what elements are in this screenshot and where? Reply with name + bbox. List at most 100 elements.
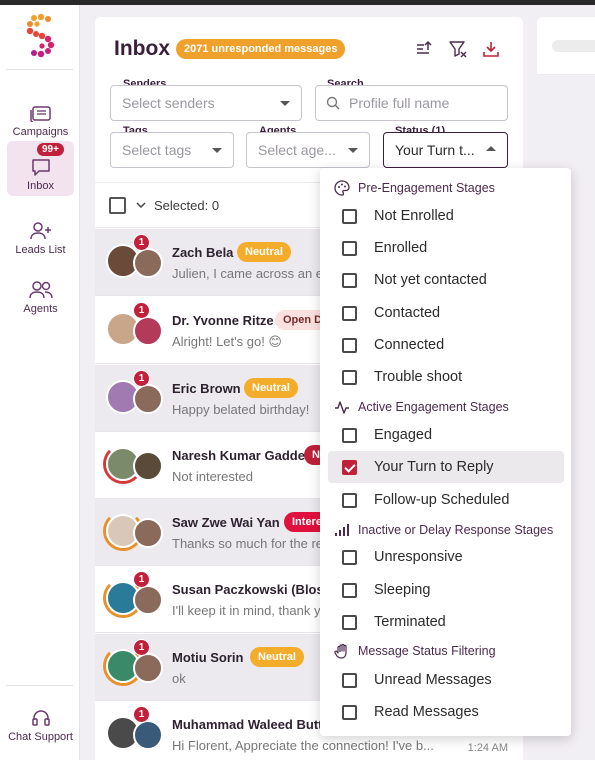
- message-preview: Happy belated birthday!: [172, 402, 310, 417]
- hand-pointer-icon: [334, 643, 347, 659]
- unread-badge: 1: [133, 234, 150, 251]
- option-checkbox[interactable]: [342, 492, 357, 508]
- page-title: Inbox: [114, 37, 170, 60]
- option-label: Not yet contacted: [374, 272, 487, 288]
- campaigns-icon: [29, 106, 51, 122]
- status-option[interactable]: Not yet contacted: [328, 264, 564, 296]
- loading-placeholder: [552, 40, 595, 52]
- option-label: Trouble shoot: [374, 369, 463, 385]
- unread-badge: 1: [133, 706, 150, 723]
- status-tag: Neutral: [250, 647, 304, 667]
- status-option[interactable]: Unresponsive: [328, 541, 564, 573]
- option-checkbox[interactable]: [342, 272, 357, 288]
- message-preview: Alright! Let's go! 😊: [172, 334, 282, 349]
- status-option[interactable]: Enrolled: [328, 232, 564, 264]
- option-checkbox[interactable]: [342, 305, 357, 321]
- unread-badge: 1: [133, 639, 150, 656]
- option-checkbox-checked[interactable]: [342, 459, 357, 475]
- status-option[interactable]: Engaged: [328, 419, 564, 451]
- sidebar-item-campaigns[interactable]: Campaigns: [7, 87, 74, 142]
- status-option[interactable]: Trouble shoot: [328, 361, 564, 393]
- inbox-count-badge: 99+: [37, 143, 64, 156]
- status-option[interactable]: Sleeping: [328, 574, 564, 606]
- option-checkbox[interactable]: [342, 427, 357, 443]
- chevron-down-icon: [280, 101, 290, 106]
- option-checkbox[interactable]: [342, 208, 357, 224]
- sender-avatar: [133, 316, 163, 346]
- tags-select[interactable]: Select tags: [110, 132, 234, 168]
- unread-badge: 1: [133, 370, 150, 387]
- status-option[interactable]: Read Messages: [328, 696, 564, 728]
- search-icon: [326, 96, 340, 110]
- status-option[interactable]: Contacted: [328, 297, 564, 329]
- senders-select[interactable]: Select senders: [110, 85, 302, 121]
- option-checkbox[interactable]: [342, 582, 357, 598]
- option-label: Engaged: [374, 427, 433, 443]
- search-input[interactable]: Profile full name: [315, 85, 508, 121]
- sidebar-item-inbox[interactable]: 99+ Inbox: [7, 141, 74, 196]
- sidebar-item-agents[interactable]: Agents: [7, 264, 74, 319]
- message-preview: ok: [172, 671, 186, 686]
- sidebar-item-chat-support[interactable]: Chat Support: [7, 695, 74, 747]
- contact-name: Eric Brown: [172, 381, 241, 396]
- contact-name: Dr. Yvonne Ritze: [172, 313, 274, 328]
- contact-name: Muhammad Waleed Butt: [172, 717, 323, 732]
- status-option[interactable]: Follow-up Scheduled: [328, 484, 564, 516]
- option-checkbox[interactable]: [342, 337, 357, 353]
- sender-avatar: [133, 518, 163, 548]
- contact-name: Saw Zwe Wai Yan: [172, 515, 280, 530]
- option-label: Not Enrolled: [374, 208, 454, 224]
- top-bar: [0, 0, 595, 5]
- message-preview: I'll keep it in mind, thank y: [172, 603, 321, 618]
- tags-placeholder: Select tags: [122, 142, 192, 158]
- contact-name: Zach Bela: [172, 245, 234, 260]
- status-tag: Neutral: [237, 242, 291, 262]
- status-option[interactable]: Unread Messages: [328, 664, 564, 696]
- sidebar-item-leads-list[interactable]: Leads List: [7, 205, 74, 260]
- group-header: Inactive or Delay Response Stages: [334, 520, 553, 540]
- select-all-checkbox[interactable]: [109, 196, 126, 214]
- clear-filter-icon[interactable]: [449, 40, 467, 58]
- divider: [6, 685, 73, 686]
- download-icon[interactable]: [482, 40, 500, 58]
- status-option[interactable]: Not Enrolled: [328, 200, 564, 232]
- unresponded-badge: 2071 unresponded messages: [176, 39, 346, 59]
- sender-avatar: [133, 451, 163, 481]
- group-header: Pre-Engagement Stages: [334, 178, 495, 198]
- chevron-up-icon: [486, 146, 496, 151]
- status-option[interactable]: Terminated: [328, 606, 564, 638]
- status-select[interactable]: Your Turn t...: [383, 132, 508, 168]
- signal-bars-icon: [335, 524, 349, 536]
- option-checkbox[interactable]: [342, 672, 357, 688]
- group-title: Inactive or Delay Response Stages: [358, 523, 554, 537]
- sender-avatar: [133, 653, 163, 683]
- status-tag: Neutral: [244, 378, 298, 398]
- sort-icon[interactable]: [415, 40, 433, 58]
- option-checkbox[interactable]: [342, 549, 357, 565]
- option-checkbox[interactable]: [342, 369, 357, 385]
- message-preview: Hi Florent, Appreciate the connection! I…: [172, 738, 434, 753]
- agents-placeholder: Select age...: [258, 142, 336, 158]
- palette-icon: [334, 180, 350, 196]
- option-checkbox[interactable]: [342, 240, 357, 256]
- message-time: 1:24 AM: [467, 742, 508, 754]
- message-preview: Thanks so much for the re: [172, 536, 324, 551]
- status-dropdown-menu: Pre-Engagement Stages Not Enrolled Enrol…: [320, 168, 571, 736]
- option-checkbox[interactable]: [342, 614, 357, 630]
- conversation-panel: [537, 17, 595, 75]
- app-logo[interactable]: [24, 13, 58, 59]
- option-label: Sleeping: [374, 582, 431, 598]
- inbox-icon: [31, 159, 50, 176]
- sidebar-item-label: Inbox: [27, 180, 54, 192]
- sender-avatar: [133, 248, 163, 278]
- agents-select[interactable]: Select age...: [246, 132, 370, 168]
- option-label: Read Messages: [374, 704, 479, 720]
- group-header: Active Engagement Stages: [334, 397, 509, 417]
- status-option[interactable]: Connected: [328, 329, 564, 361]
- option-label: Unread Messages: [374, 672, 492, 688]
- status-value: Your Turn t...: [395, 142, 475, 158]
- option-checkbox[interactable]: [342, 704, 357, 720]
- status-option-selected[interactable]: Your Turn to Reply: [328, 451, 564, 483]
- chevron-down-icon[interactable]: [136, 201, 146, 209]
- sidebar-item-label: Leads List: [15, 244, 66, 256]
